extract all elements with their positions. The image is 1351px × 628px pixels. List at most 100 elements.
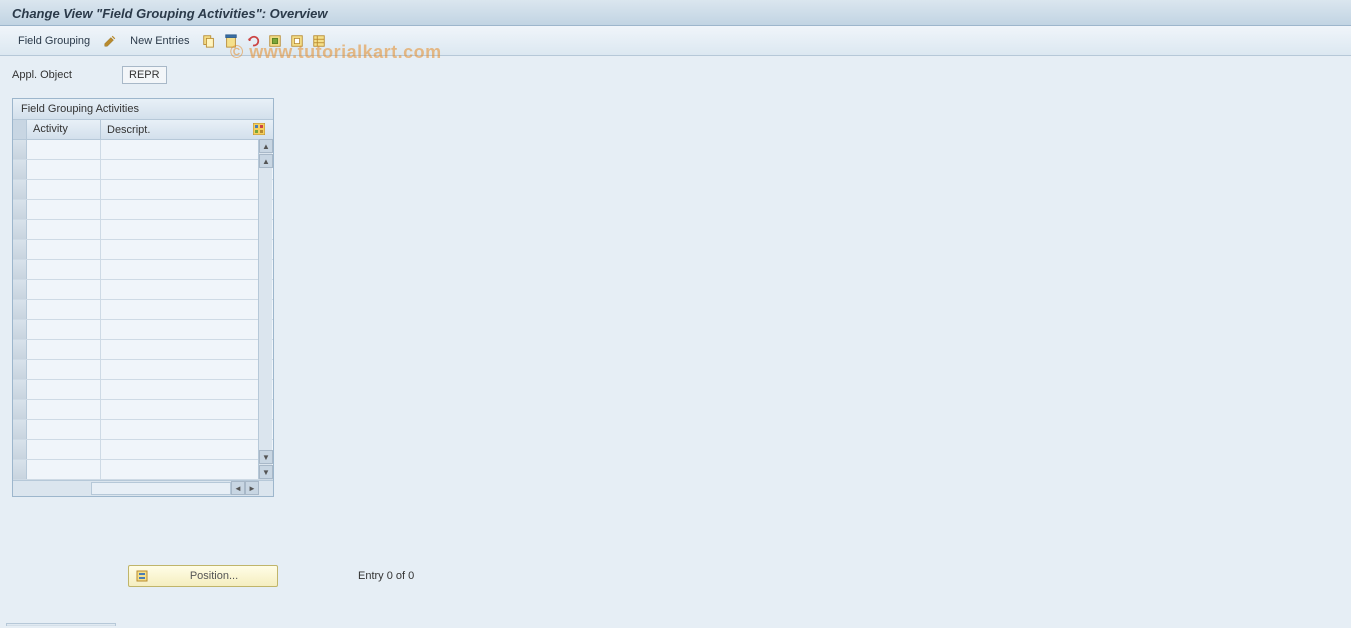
- cell-activity[interactable]: [27, 420, 101, 439]
- table-config-icon[interactable]: [253, 123, 267, 137]
- table-row[interactable]: [13, 340, 273, 360]
- pencil-icon[interactable]: [102, 33, 118, 49]
- cell-activity[interactable]: [27, 260, 101, 279]
- deselect-all-icon[interactable]: [289, 33, 305, 49]
- cell-activity[interactable]: [27, 200, 101, 219]
- cell-descript[interactable]: [101, 220, 273, 239]
- cell-descript[interactable]: [101, 440, 273, 459]
- table-row[interactable]: [13, 440, 273, 460]
- row-selector[interactable]: [13, 240, 27, 259]
- cell-descript[interactable]: [101, 160, 273, 179]
- cell-descript[interactable]: [101, 140, 273, 159]
- table-row[interactable]: [13, 380, 273, 400]
- horizontal-scrollbar[interactable]: ◄ ►: [13, 480, 273, 496]
- row-selector[interactable]: [13, 160, 27, 179]
- scroll-up2-icon[interactable]: ▲: [259, 154, 273, 168]
- cell-descript[interactable]: [101, 200, 273, 219]
- cell-activity[interactable]: [27, 140, 101, 159]
- table-row[interactable]: [13, 260, 273, 280]
- table-row[interactable]: [13, 300, 273, 320]
- bottom-tab-stub: [6, 623, 116, 626]
- cell-descript[interactable]: [101, 280, 273, 299]
- table-row[interactable]: [13, 420, 273, 440]
- table-row[interactable]: [13, 140, 273, 160]
- scroll-right-icon[interactable]: ►: [245, 481, 259, 495]
- row-selector[interactable]: [13, 200, 27, 219]
- table-settings-icon[interactable]: [311, 33, 327, 49]
- cell-activity[interactable]: [27, 160, 101, 179]
- cell-descript[interactable]: [101, 300, 273, 319]
- select-all-icon[interactable]: [267, 33, 283, 49]
- row-selector[interactable]: [13, 420, 27, 439]
- table-title: Field Grouping Activities: [13, 99, 273, 120]
- table-row[interactable]: [13, 320, 273, 340]
- scroll-down2-icon[interactable]: ▼: [259, 450, 273, 464]
- cell-activity[interactable]: [27, 460, 101, 479]
- row-selector[interactable]: [13, 440, 27, 459]
- cell-descript[interactable]: [101, 240, 273, 259]
- scroll-left-icon[interactable]: ◄: [231, 481, 245, 495]
- table-row[interactable]: [13, 460, 273, 480]
- cell-descript[interactable]: [101, 180, 273, 199]
- row-selector[interactable]: [13, 400, 27, 419]
- row-selector[interactable]: [13, 180, 27, 199]
- table-row[interactable]: [13, 360, 273, 380]
- row-selector[interactable]: [13, 300, 27, 319]
- table-row[interactable]: [13, 240, 273, 260]
- row-selector[interactable]: [13, 460, 27, 479]
- cell-descript[interactable]: [101, 380, 273, 399]
- table-header: Activity Descript.: [13, 120, 273, 140]
- table-row[interactable]: [13, 220, 273, 240]
- cell-activity[interactable]: [27, 400, 101, 419]
- cell-activity[interactable]: [27, 320, 101, 339]
- cell-activity[interactable]: [27, 280, 101, 299]
- cell-descript[interactable]: [101, 320, 273, 339]
- vertical-scrollbar[interactable]: ▲ ▲ ▼ ▼: [258, 139, 272, 479]
- cell-descript[interactable]: [101, 360, 273, 379]
- appl-object-label: Appl. Object: [12, 69, 102, 81]
- scroll-down-icon[interactable]: ▼: [259, 465, 273, 479]
- row-selector[interactable]: [13, 380, 27, 399]
- cell-activity[interactable]: [27, 300, 101, 319]
- footer-row: Position... Entry 0 of 0: [128, 565, 414, 587]
- column-descript[interactable]: Descript.: [101, 120, 273, 139]
- position-button[interactable]: Position...: [128, 565, 278, 587]
- table-row[interactable]: [13, 280, 273, 300]
- table-row[interactable]: [13, 400, 273, 420]
- cell-descript[interactable]: [101, 460, 273, 479]
- row-selector[interactable]: [13, 220, 27, 239]
- table-row[interactable]: [13, 180, 273, 200]
- cell-descript[interactable]: [101, 400, 273, 419]
- column-activity[interactable]: Activity: [27, 120, 101, 139]
- cell-descript[interactable]: [101, 420, 273, 439]
- cell-activity[interactable]: [27, 220, 101, 239]
- table-body: [13, 140, 273, 480]
- delete-icon[interactable]: [223, 33, 239, 49]
- copy-icon[interactable]: [201, 33, 217, 49]
- cell-descript[interactable]: [101, 340, 273, 359]
- cell-activity[interactable]: [27, 440, 101, 459]
- cell-descript[interactable]: [101, 260, 273, 279]
- cell-activity[interactable]: [27, 380, 101, 399]
- column-selector[interactable]: [13, 120, 27, 139]
- row-selector[interactable]: [13, 340, 27, 359]
- appl-object-value[interactable]: REPR: [122, 66, 167, 84]
- row-selector[interactable]: [13, 260, 27, 279]
- entry-status: Entry 0 of 0: [358, 570, 414, 582]
- cell-activity[interactable]: [27, 180, 101, 199]
- cell-activity[interactable]: [27, 340, 101, 359]
- scroll-up-icon[interactable]: ▲: [259, 139, 273, 153]
- row-selector[interactable]: [13, 280, 27, 299]
- field-grouping-label: Field Grouping: [18, 35, 90, 47]
- cell-activity[interactable]: [27, 240, 101, 259]
- field-grouping-button[interactable]: Field Grouping: [12, 33, 96, 49]
- new-entries-button[interactable]: New Entries: [124, 33, 195, 49]
- table-row[interactable]: [13, 200, 273, 220]
- row-selector[interactable]: [13, 360, 27, 379]
- cell-activity[interactable]: [27, 360, 101, 379]
- row-selector[interactable]: [13, 140, 27, 159]
- undo-icon[interactable]: [245, 33, 261, 49]
- table-row[interactable]: [13, 160, 273, 180]
- hscroll-track[interactable]: [91, 482, 231, 495]
- row-selector[interactable]: [13, 320, 27, 339]
